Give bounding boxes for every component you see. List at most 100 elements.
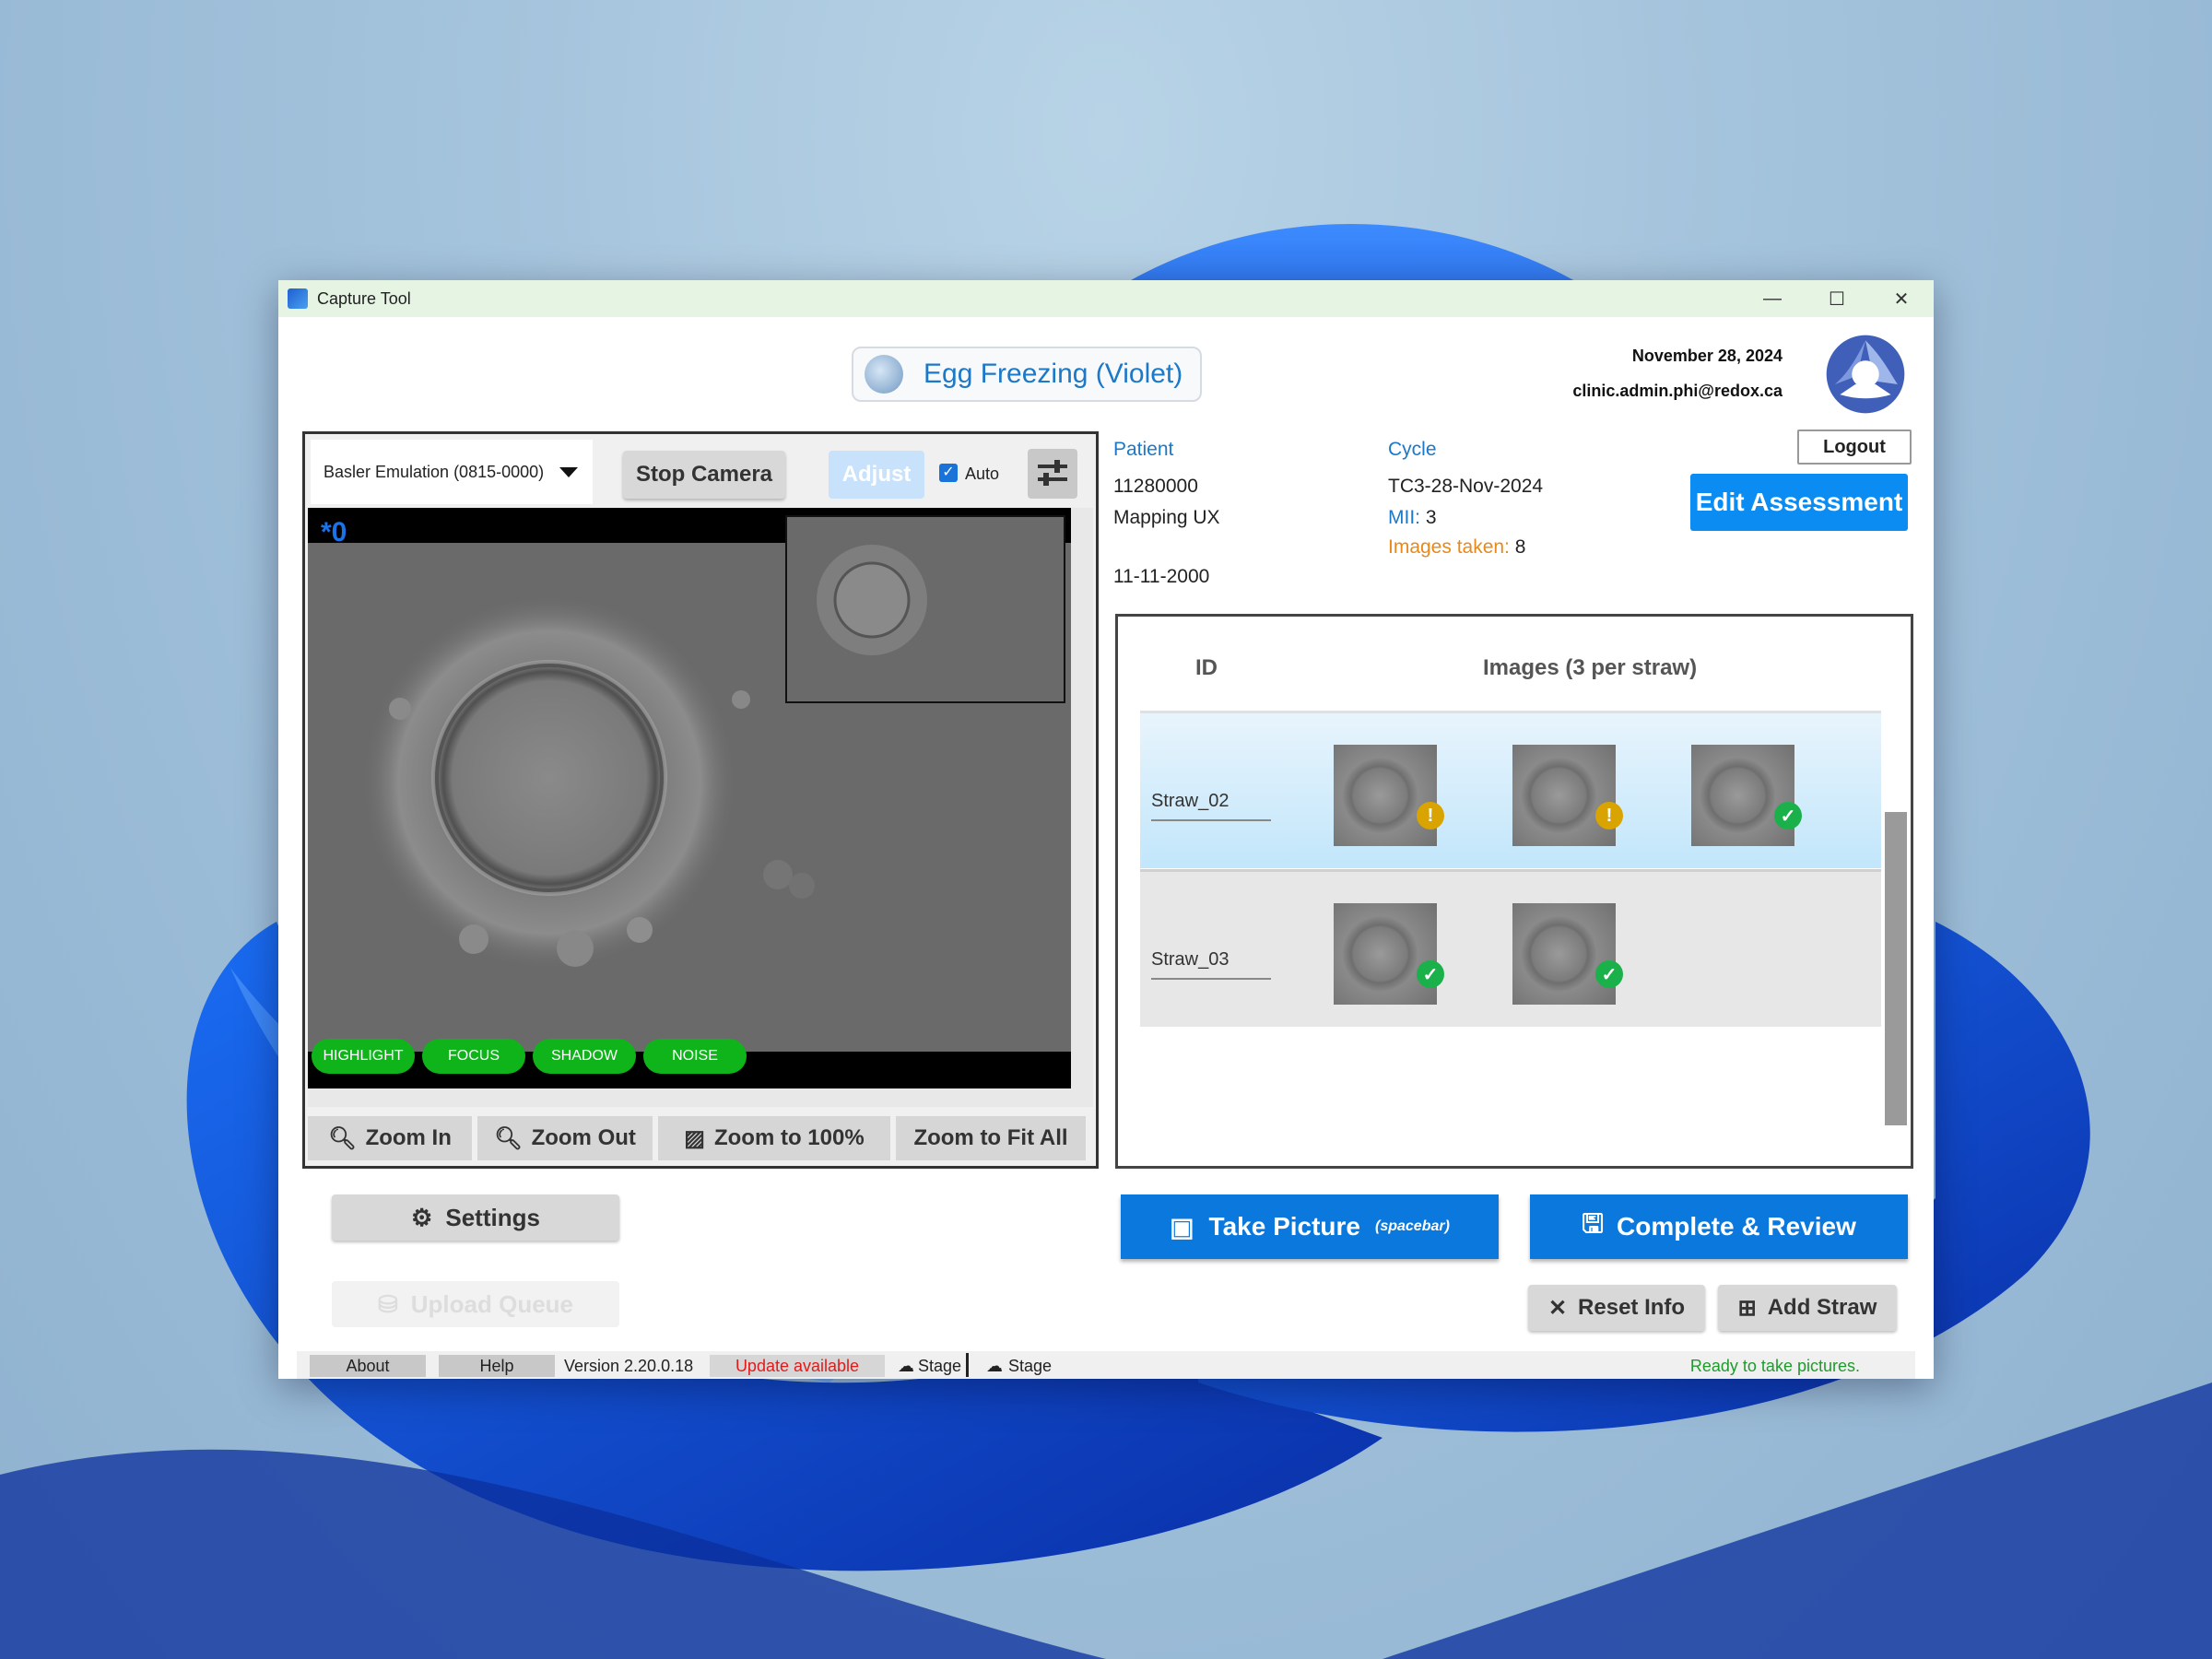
straw-image-thumbnail[interactable]: ✓ bbox=[1334, 903, 1444, 1005]
cycle-heading: Cycle bbox=[1388, 439, 1437, 460]
edit-assessment-button[interactable]: Edit Assessment bbox=[1690, 474, 1908, 531]
save-icon: 🖫 bbox=[1582, 1209, 1604, 1238]
zoom-in-label: Zoom In bbox=[365, 1125, 452, 1150]
auto-checkbox[interactable]: ✓ bbox=[939, 464, 958, 482]
straw-image-thumbnail[interactable]: ! bbox=[1512, 745, 1623, 846]
maximize-button[interactable]: ☐ bbox=[1805, 280, 1869, 317]
help-button[interactable]: Help bbox=[439, 1355, 555, 1377]
settings-label: Settings bbox=[445, 1203, 540, 1231]
window-title: Capture Tool bbox=[317, 288, 411, 308]
mii-label: MII: bbox=[1388, 507, 1420, 528]
zoom-out-icon: 🔍︎ bbox=[494, 1125, 523, 1151]
cloud-icon: ☁ bbox=[898, 1357, 914, 1375]
brand-logo bbox=[1826, 335, 1905, 414]
filter-noise-button[interactable]: NOISE bbox=[643, 1039, 747, 1074]
straw-image-thumbnail[interactable]: ✓ bbox=[1691, 745, 1802, 846]
upload-queue-label: Upload Queue bbox=[410, 1289, 574, 1318]
current-date: November 28, 2024 bbox=[1631, 347, 1783, 365]
patient-name: Mapping UX bbox=[1113, 507, 1220, 528]
stage-status-1: Stage bbox=[918, 1357, 962, 1375]
table-scrollbar-thumb[interactable] bbox=[1885, 812, 1907, 1125]
reset-info-label: Reset Info bbox=[1578, 1295, 1686, 1320]
upload-queue-button[interactable]: ⛁ Upload Queue bbox=[332, 1281, 619, 1327]
app-window: Capture Tool — ☐ ✕ Egg Freezing (Violet)… bbox=[278, 280, 1934, 1379]
table-row[interactable]: Straw_02 ! ! ✓ bbox=[1140, 711, 1881, 868]
patient-dob: 11-11-2000 bbox=[1113, 566, 1210, 587]
complete-review-button[interactable]: 🖫 Complete & Review bbox=[1530, 1194, 1908, 1259]
about-button[interactable]: About bbox=[310, 1355, 426, 1377]
status-bar: About Help Version 2.20.0.18 Update avai… bbox=[297, 1351, 1915, 1379]
zoom-in-button[interactable]: 🔍︎ Zoom In bbox=[308, 1116, 472, 1160]
mii-count: MII: 3 bbox=[1388, 507, 1437, 529]
filter-focus-button[interactable]: FOCUS bbox=[422, 1039, 525, 1074]
check-icon: ✓ bbox=[1417, 960, 1444, 988]
snowflake-icon: *0 bbox=[321, 517, 347, 547]
viewer-vertical-scrollbar[interactable] bbox=[1071, 508, 1093, 1088]
settings-button[interactable]: ⚙ Settings bbox=[332, 1194, 619, 1241]
take-picture-button[interactable]: ▣ Take Picture (spacebar) bbox=[1121, 1194, 1499, 1259]
stage-status-2: Stage bbox=[1008, 1357, 1053, 1375]
straw-image-thumbnail[interactable]: ✓ bbox=[1512, 903, 1623, 1005]
cycle-id: TC3-28-Nov-2024 bbox=[1388, 476, 1544, 497]
overview-thumbnail[interactable] bbox=[785, 515, 1065, 703]
patient-heading: Patient bbox=[1113, 439, 1174, 460]
sliders-icon bbox=[1038, 460, 1067, 486]
camera-device-select[interactable]: Basler Emulation (0815-0000) bbox=[311, 440, 593, 504]
minimize-button[interactable]: — bbox=[1740, 280, 1805, 317]
update-available-link[interactable]: Update available bbox=[710, 1355, 885, 1377]
filter-highlight-button[interactable]: HIGHLIGHT bbox=[312, 1039, 415, 1074]
take-picture-label: Take Picture bbox=[1208, 1212, 1360, 1241]
zoom-fit-label: Zoom to Fit All bbox=[913, 1125, 1068, 1150]
zoom-100-label: Zoom to 100% bbox=[713, 1125, 865, 1150]
add-straw-button[interactable]: ⊞ Add Straw bbox=[1718, 1285, 1897, 1331]
take-picture-hint: (spacebar) bbox=[1375, 1218, 1450, 1234]
image-icon: ▨ bbox=[684, 1125, 705, 1151]
reset-info-button[interactable]: ✕ Reset Info bbox=[1528, 1285, 1705, 1331]
straw-image-thumbnail[interactable]: ! bbox=[1334, 745, 1444, 846]
user-email: clinic.admin.phi@redox.ca bbox=[1572, 382, 1783, 400]
overview-image bbox=[787, 517, 1064, 701]
zoom-100-button[interactable]: ▨ Zoom to 100% bbox=[658, 1116, 890, 1160]
add-straw-label: Add Straw bbox=[1767, 1295, 1877, 1320]
app-icon bbox=[288, 288, 308, 309]
images-taken: Images taken: 8 bbox=[1388, 536, 1525, 559]
cloud-icon: ☁ bbox=[986, 1357, 1003, 1375]
table-scrollbar[interactable] bbox=[1885, 628, 1907, 1144]
images-taken-value: 8 bbox=[1514, 536, 1526, 558]
complete-review-label: Complete & Review bbox=[1617, 1212, 1856, 1241]
zoom-out-button[interactable]: 🔍︎ Zoom Out bbox=[477, 1116, 653, 1160]
status-divider bbox=[966, 1353, 969, 1377]
database-icon: ⛁ bbox=[377, 1289, 398, 1318]
close-button[interactable]: ✕ bbox=[1869, 280, 1934, 317]
workflow-title: Egg Freezing (Violet) bbox=[924, 359, 1183, 389]
workflow-header: Egg Freezing (Violet) bbox=[852, 347, 1202, 402]
egg-icon bbox=[865, 355, 903, 394]
zoom-fit-button[interactable]: Zoom to Fit All bbox=[896, 1116, 1086, 1160]
table-row[interactable]: Straw_03 ✓ ✓ bbox=[1140, 869, 1881, 1027]
stop-camera-button[interactable]: Stop Camera bbox=[623, 451, 785, 499]
camera-viewer[interactable]: *0 HIGHLIGHT FOCUS SHADOW NOISE bbox=[308, 508, 1071, 1088]
camera-device-label: Basler Emulation (0815-0000) bbox=[324, 462, 545, 481]
gear-icon: ⚙ bbox=[411, 1203, 433, 1231]
logout-button[interactable]: Logout bbox=[1797, 429, 1912, 465]
column-header-id: ID bbox=[1195, 655, 1218, 680]
warning-icon: ! bbox=[1595, 802, 1623, 830]
straw-id-field[interactable]: Straw_03 bbox=[1151, 949, 1271, 980]
sliders-button[interactable] bbox=[1028, 449, 1077, 499]
straw-id-field[interactable]: Straw_02 bbox=[1151, 791, 1271, 821]
patient-id: 11280000 bbox=[1113, 476, 1198, 497]
close-x-icon: ✕ bbox=[1547, 1295, 1568, 1321]
hierarchy-icon: ⊞ bbox=[1737, 1295, 1757, 1321]
filter-shadow-button[interactable]: SHADOW bbox=[533, 1039, 636, 1074]
chevron-down-icon bbox=[559, 467, 578, 477]
viewer-horizontal-scrollbar[interactable] bbox=[308, 1088, 1093, 1107]
auto-label: Auto bbox=[965, 465, 1000, 483]
straw-table: ID Images (3 per straw) Straw_02 ! ! ✓ S… bbox=[1115, 614, 1913, 1169]
zoom-in-icon: 🔍︎ bbox=[328, 1125, 357, 1151]
ready-status: Ready to take pictures. bbox=[1689, 1357, 1860, 1375]
adjust-button[interactable]: Adjust bbox=[829, 451, 924, 499]
zoom-out-label: Zoom Out bbox=[531, 1125, 636, 1150]
warning-icon: ! bbox=[1417, 802, 1444, 830]
check-icon: ✓ bbox=[1774, 802, 1802, 830]
camera-panel: Basler Emulation (0815-0000) Stop Camera… bbox=[302, 431, 1099, 1169]
